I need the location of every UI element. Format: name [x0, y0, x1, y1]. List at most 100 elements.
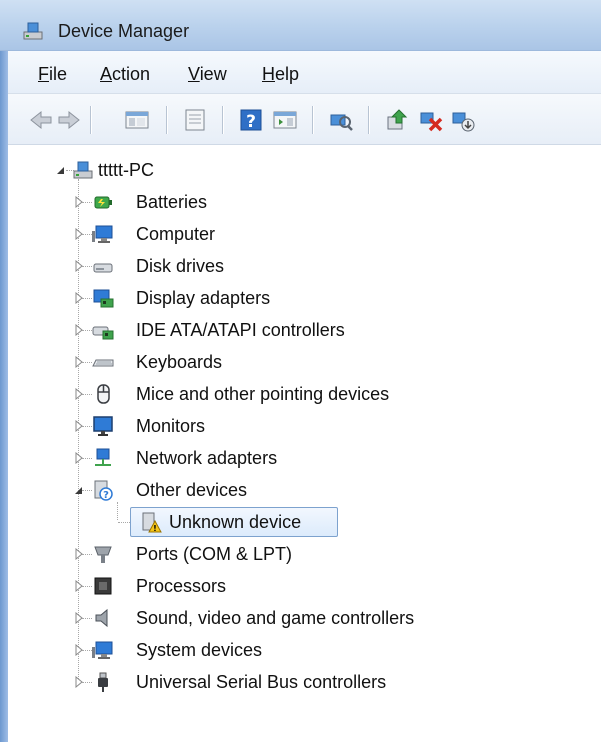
tree-item-mice[interactable]: Mice and other pointing devices [8, 381, 468, 409]
uninstall-device-icon[interactable] [418, 107, 444, 133]
speaker-icon [95, 608, 108, 628]
tree-item-label: System devices [136, 640, 263, 660]
window-title: Device Manager [58, 21, 190, 41]
tree-connector [82, 330, 92, 331]
svg-text:?: ? [103, 490, 109, 501]
tree-item-label: Processors [136, 576, 227, 596]
keyboard-icon [92, 359, 114, 367]
menu-action[interactable]: Action [100, 63, 150, 85]
tree-connector [82, 234, 92, 235]
tree-item-usb-controllers[interactable]: Universal Serial Bus controllers [8, 669, 488, 697]
tree-item-label: Sound, video and game controllers [136, 608, 415, 628]
tree-connector [82, 362, 92, 363]
window-left-border [0, 0, 8, 742]
tree-item-processors[interactable]: Processors [8, 573, 408, 601]
tree-item-label: Ports (COM & LPT) [136, 544, 293, 564]
toolbar-separator [312, 106, 313, 134]
back-icon[interactable] [28, 107, 54, 133]
collapse-arrow-icon[interactable] [56, 164, 66, 176]
tree-item-display-adapters[interactable]: Display adapters [8, 285, 408, 313]
tree-item-monitors[interactable]: Monitors [8, 413, 408, 441]
tree-connector [82, 202, 92, 203]
tree-connector [82, 618, 92, 619]
forward-icon[interactable] [56, 107, 82, 133]
menu-file[interactable]: File [38, 63, 67, 85]
tree-item-label: Computer [136, 224, 216, 244]
processor-icon [94, 577, 112, 595]
title-bar[interactable]: Device Manager [0, 0, 601, 51]
help-icon[interactable]: ? [238, 107, 264, 133]
menu-file-rest: ile [49, 64, 68, 84]
menu-bar: File Action View Help [8, 51, 601, 94]
disable-device-icon[interactable] [450, 107, 476, 133]
usb-icon [98, 672, 108, 692]
show-hide-console-tree-icon[interactable] [124, 107, 150, 133]
tree-connector [82, 650, 92, 651]
battery-icon [94, 196, 112, 209]
display-adapter-icon [93, 289, 114, 308]
tree-item-label: IDE ATA/ATAPI controllers [136, 320, 345, 340]
tree-item-label: Disk drives [136, 256, 225, 276]
tree-connector [82, 394, 92, 395]
disk-drive-icon [93, 263, 113, 273]
tree-item-label: Universal Serial Bus controllers [136, 672, 387, 692]
tree-item-label: Network adapters [136, 448, 278, 468]
menu-help-rest: elp [275, 64, 300, 84]
tree-connector [82, 682, 92, 683]
tree-root-label: ttttt-PC [98, 160, 155, 180]
system-devices-icon [92, 641, 113, 659]
tree-item-disk-drives[interactable]: Disk drives [8, 253, 408, 281]
tree-item-other-devices[interactable]: ? Other devices [8, 477, 408, 505]
port-icon [94, 546, 112, 563]
monitor-icon [93, 416, 113, 436]
computer-root-icon [73, 161, 93, 179]
tree-item-label: Other devices [136, 480, 248, 500]
ide-controller-icon [92, 326, 114, 340]
tree-item-label: Batteries [136, 192, 208, 212]
tree-item-label: Display adapters [136, 288, 271, 308]
tree-connector [82, 458, 92, 459]
tree-item-ide-controllers[interactable]: IDE ATA/ATAPI controllers [8, 317, 408, 345]
toolbar-separator [166, 106, 167, 134]
tree-item-label: Monitors [136, 416, 206, 436]
show-action-pane-icon[interactable] [272, 107, 298, 133]
tree-root-node[interactable]: ttttt-PC [8, 157, 308, 185]
toolbar-separator [90, 106, 91, 134]
menu-view-mnemonic: V [188, 64, 200, 84]
menu-help-mnemonic: H [262, 64, 275, 84]
menu-view[interactable]: View [188, 63, 227, 85]
tree-connector [82, 554, 92, 555]
tree-item-keyboards[interactable]: Keyboards [8, 349, 408, 377]
toolbar: ? [8, 94, 601, 145]
tree-connector [82, 298, 92, 299]
menu-help[interactable]: Help [262, 63, 299, 85]
tree-connector [82, 426, 92, 427]
update-driver-icon[interactable] [384, 107, 410, 133]
network-adapter-icon [95, 448, 111, 466]
unknown-device-warning-icon: ! [142, 512, 162, 533]
properties-icon[interactable] [182, 107, 208, 133]
menu-action-rest: ction [112, 64, 151, 84]
tree-connector [82, 586, 92, 587]
tree-item-computer[interactable]: Computer [8, 221, 408, 249]
svg-text:!: ! [153, 524, 157, 533]
toolbar-separator [368, 106, 369, 134]
toolbar-separator [222, 106, 223, 134]
tree-connector [118, 522, 130, 523]
tree-item-ports[interactable]: Ports (COM & LPT) [8, 541, 408, 569]
other-devices-icon: ? [94, 480, 113, 501]
menu-view-rest: iew [199, 64, 227, 84]
tree-item-network-adapters[interactable]: Network adapters [8, 445, 408, 473]
tree-item-label: Unknown device [169, 512, 302, 532]
tree-connector [82, 490, 92, 491]
svg-text:?: ? [246, 112, 256, 132]
tree-connector [82, 266, 92, 267]
device-tree[interactable]: ttttt-PC Batteries Computer Disk drives [8, 145, 601, 742]
tree-item-label: Keyboards [136, 352, 223, 372]
tree-item-sound-video[interactable]: Sound, video and game controllers [8, 605, 488, 633]
tree-item-system-devices[interactable]: System devices [8, 637, 408, 665]
tree-item-unknown-device[interactable]: ! Unknown device [8, 507, 408, 537]
tree-item-batteries[interactable]: Batteries [8, 189, 408, 217]
scan-hardware-changes-icon[interactable] [328, 107, 354, 133]
menu-file-mnemonic: F [38, 64, 49, 84]
